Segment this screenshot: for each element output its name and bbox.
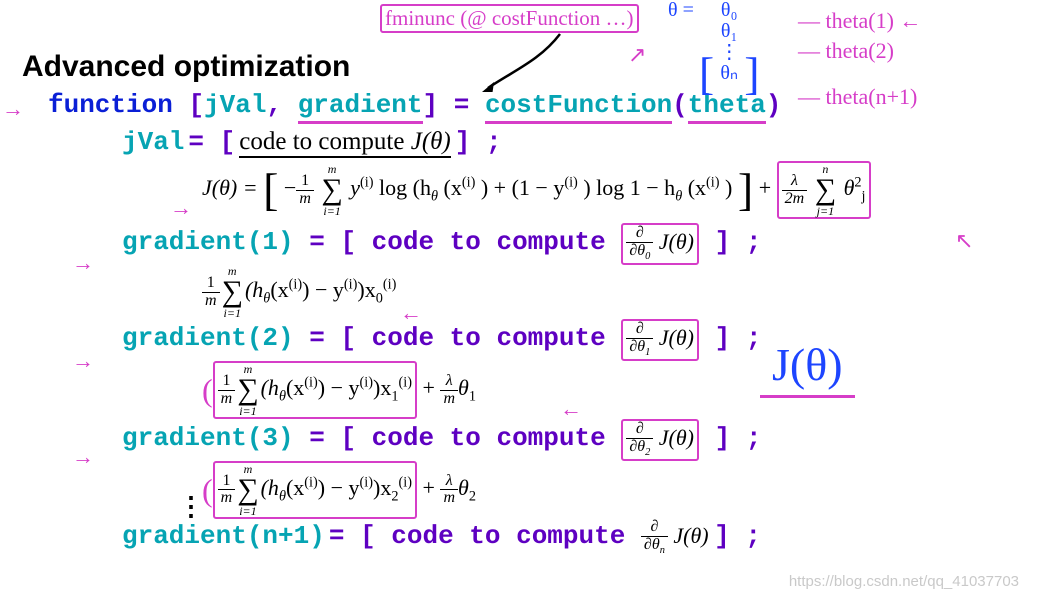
paren-close: ) — [766, 90, 782, 120]
grad-eq: = — [294, 323, 341, 353]
jval-close: ] ; — [455, 127, 502, 157]
sum-icon: m∑i=1 — [222, 265, 243, 319]
sig-eq: = — [438, 90, 485, 120]
grad-code-open: [ code to compute — [360, 521, 641, 551]
jval-text: code to compute — [239, 128, 410, 158]
neg-frac-den: m — [296, 191, 314, 208]
eq-body: (x — [444, 175, 462, 200]
sig-comma: , — [266, 90, 297, 120]
sig-open: [ — [188, 90, 204, 120]
partial-derivative: ∂∂θn J(θ) — [641, 523, 714, 548]
function-signature: function [jVal, gradient] = costFunction… — [48, 90, 1015, 121]
grad-eq: = — [294, 227, 341, 257]
eq-body: ) — [725, 175, 732, 200]
reg-frac-den: 2m — [782, 191, 808, 208]
paren-open-icon: ( — [202, 374, 213, 406]
grad-eq: = — [329, 521, 360, 551]
sum-icon: m∑i=1 — [237, 363, 258, 417]
curved-arrow-icon — [480, 30, 600, 92]
grad-code-close: ] ; — [699, 227, 761, 257]
lbracket-icon: [ — [263, 167, 278, 213]
reg-sub: j — [862, 189, 866, 205]
grad-eq: = — [294, 423, 341, 453]
arrow-icon: → — [2, 96, 24, 122]
watermark: https://blog.csdn.net/qq_41037703 — [789, 573, 1019, 590]
jtheta-equation: J(θ) = [ −1m m∑i=1 y(i) log (hθ (x(i) ) … — [202, 161, 1015, 219]
gradient-line: gradient(3) = [ code to compute ∂∂θ2 J(θ… — [122, 419, 1015, 461]
partial-derivative: ∂∂θ1 J(θ) — [621, 319, 699, 361]
anno-fminunc: fminunc (@ costFunction …) — [380, 4, 639, 33]
paren-open: ( — [672, 90, 688, 120]
eq-plus: + — [759, 175, 771, 200]
jval-line: jVal = [ code to compute J(θ) ] ; — [122, 127, 1015, 157]
grad-code-close: ] ; — [714, 521, 761, 551]
grad-code-open: [ code to compute — [340, 227, 621, 257]
kw-function: function — [48, 90, 173, 120]
sum-icon: m∑i=1 — [321, 163, 342, 217]
arrow-icon: → — [170, 195, 192, 221]
neg-frac-num: 1 — [296, 173, 314, 191]
eq-body: ) log 1 − h — [583, 175, 675, 200]
grad-label: gradient(n+1) — [122, 521, 325, 551]
fn-name: costFunction — [485, 90, 672, 124]
partial-derivative: ∂∂θ2 J(θ) — [621, 419, 699, 461]
gradient-math: (1mm∑i=1(hθ(x(i)) − y(i))x2(i) + λmθ2 — [202, 461, 1015, 519]
grad-code-open: [ code to compute — [340, 323, 621, 353]
jval-lhs: jVal — [122, 127, 184, 157]
out-jval: jVal — [204, 90, 266, 120]
gradient-line: gradient(2) = [ code to compute ∂∂θ1 J(θ… — [122, 319, 1015, 361]
sig-close: ] — [423, 90, 439, 120]
arg-theta: theta — [688, 90, 766, 124]
eq-body: (x — [688, 175, 706, 200]
grad-label: gradient(1) — [122, 227, 294, 257]
grad-code-close: ] ; — [699, 423, 761, 453]
gradient-math: (1mm∑i=1(hθ(x(i)) − y(i))x1(i) + λmθ1 — [202, 361, 1015, 419]
sum-icon: m∑i=1 — [237, 463, 258, 517]
jtheta-lhs: J(θ) = — [202, 175, 258, 200]
grad-code-close: ] ; — [699, 323, 761, 353]
eq-body: ) + (1 − y — [481, 175, 564, 200]
eq-body: y — [350, 175, 360, 200]
rbracket-icon: ] — [738, 167, 753, 213]
vertical-dots: ⋮ — [178, 492, 204, 523]
jval-sym: J(θ) — [411, 128, 451, 158]
sum-icon: n∑j=1 — [815, 163, 836, 217]
grad-code-open: [ code to compute — [340, 423, 621, 453]
eq-body: log (h — [379, 175, 431, 200]
jval-open: [ — [220, 127, 236, 157]
out-gradient: gradient — [298, 90, 423, 124]
reg-theta: θ — [844, 175, 855, 200]
partial-derivative: ∂∂θ0 J(θ) — [621, 223, 699, 265]
grad-label: gradient(3) — [122, 423, 294, 453]
gradient-final: gradient(n+1) = [ code to compute ∂∂θn J… — [122, 519, 1015, 557]
reg-frac-num: λ — [782, 173, 808, 191]
gradient-math: 1mm∑i=1(hθ(x(i)) − y(i))x0(i) — [202, 265, 1015, 319]
jval-eq: = — [188, 127, 219, 157]
reg-sup: 2 — [854, 175, 861, 191]
gradient-line: gradient(1) = [ code to compute ∂∂θ0 J(θ… — [122, 223, 1015, 265]
anno-theta1: — theta(1) ← — [798, 8, 921, 34]
regularisation-term: λ2m n∑j=1 θ2j — [777, 161, 871, 219]
grad-label: gradient(2) — [122, 323, 294, 353]
